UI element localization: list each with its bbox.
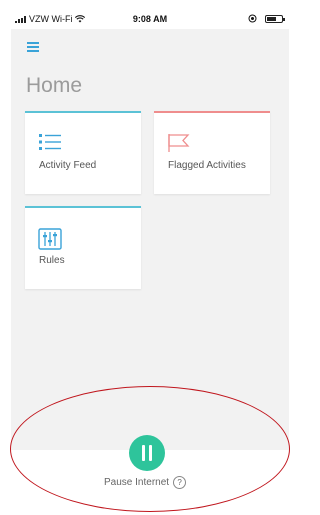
menu-button[interactable] [27,42,39,52]
pause-internet-label: Pause Internet [104,477,170,488]
tile-label-rules: Rules [39,255,65,266]
status-right [248,14,285,23]
page-title: Home [26,74,83,97]
flag-icon [168,134,190,152]
screenshot: VZW Wi-Fi 9:08 AM Home Activity Feed Fla… [0,0,300,515]
tile-label-activity-feed: Activity Feed [39,160,97,171]
battery-icon [265,14,285,23]
help-icon[interactable]: ? [173,476,187,489]
rules-tile[interactable]: Rules [25,206,141,289]
status-bar: VZW Wi-Fi 9:08 AM [11,9,289,29]
activity-feed-tile[interactable]: Activity Feed [25,111,141,194]
tile-label-flagged-activities: Flagged Activities [168,160,246,171]
flagged-activities-tile[interactable]: Flagged Activities [154,111,270,194]
location-lock-icon [248,14,257,23]
pause-internet-row: Pause Internet ? [104,476,187,489]
sliders-icon [38,228,62,250]
phone-screen: VZW Wi-Fi 9:08 AM Home Activity Feed Fla… [11,9,289,515]
list-icon [39,134,61,150]
pause-internet-button[interactable] [129,435,165,471]
